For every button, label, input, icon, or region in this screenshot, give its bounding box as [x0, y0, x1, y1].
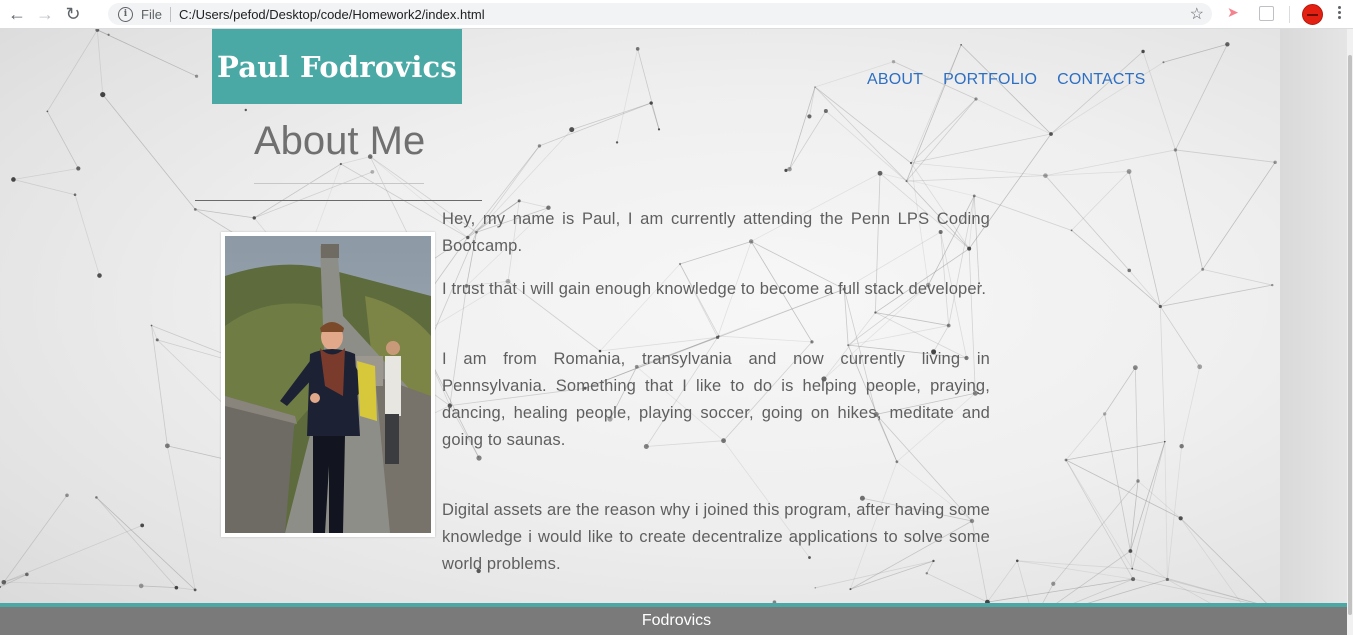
scrollbar-thumb[interactable]	[1348, 55, 1352, 615]
back-arrow-icon[interactable]: ←	[6, 3, 28, 25]
toolbar-divider	[1289, 6, 1290, 23]
title-underline	[254, 183, 424, 184]
bio-paragraph-1: Hey, my name is Paul, I am currently att…	[442, 210, 990, 255]
browser-menu-icon[interactable]	[1338, 6, 1342, 21]
site-footer: Fodrovics	[0, 603, 1353, 635]
info-icon[interactable]: i	[118, 6, 133, 22]
url-text[interactable]: C:/Users/pefod/Desktop/code/Homework2/in…	[179, 7, 485, 22]
bio-paragraph-3: I am from Romania, transylvania and now …	[442, 350, 990, 449]
profile-avatar-icon[interactable]	[1302, 4, 1323, 25]
nav-about-link[interactable]: ABOUT	[867, 71, 923, 89]
page-title: About Me	[254, 119, 426, 163]
extension-box-icon[interactable]	[1259, 6, 1274, 21]
site-brand[interactable]: Paul Fodrovics	[212, 29, 462, 104]
page-scrollbar[interactable]	[1347, 29, 1353, 635]
reload-icon[interactable]: ↻	[62, 3, 84, 25]
background-edge	[1280, 29, 1353, 635]
nav-portfolio-link[interactable]: PORTFOLIO	[943, 71, 1037, 89]
bio-paragraph-2: I trust that i will gain enough knowledg…	[442, 280, 987, 298]
omnibox-divider	[169, 6, 171, 22]
browser-toolbar: ← → ↻ i File C:/Users/pefod/Desktop/code…	[0, 0, 1353, 29]
about-text: Hey, my name is Paul, I am currently att…	[442, 206, 990, 578]
nav-contacts-link[interactable]: CONTACTS	[1057, 71, 1145, 89]
main-nav: ABOUT PORTFOLIO CONTACTS	[867, 71, 1146, 89]
page-viewport: Paul Fodrovics ABOUT PORTFOLIO CONTACTS …	[0, 29, 1353, 635]
section-divider	[195, 200, 482, 201]
extension-icon[interactable]: ➤	[1227, 4, 1239, 21]
address-bar[interactable]: i File C:/Users/pefod/Desktop/code/Homew…	[108, 3, 1212, 25]
scheme-label: File	[141, 6, 162, 22]
forward-arrow-icon[interactable]: →	[34, 3, 56, 25]
bookmark-star-icon[interactable]: ☆	[1190, 4, 1204, 24]
bio-paragraph-4: Digital assets are the reason why i join…	[442, 501, 990, 573]
profile-photo	[225, 236, 431, 533]
profile-photo-frame	[221, 232, 435, 537]
